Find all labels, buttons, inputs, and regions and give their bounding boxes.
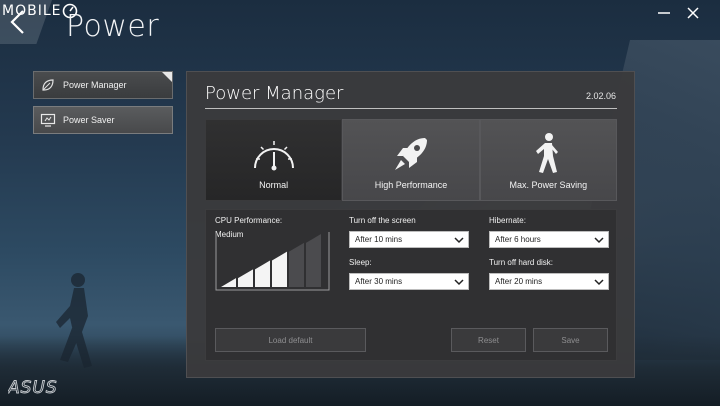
title-divider [205, 108, 617, 109]
hibernate-value: After 6 hours [495, 235, 541, 244]
hibernate-select[interactable]: After 6 hours [489, 231, 609, 248]
chevron-down-icon [594, 279, 604, 286]
sidebar-item-power-manager[interactable]: Power Manager [33, 71, 173, 99]
sleep-select[interactable]: After 30 mins [349, 273, 469, 290]
svg-text:ASUS: ASUS [8, 378, 58, 396]
minimize-icon [658, 12, 670, 14]
leaf-icon [39, 76, 57, 94]
active-corner-marker [162, 72, 172, 82]
monitor-icon [39, 111, 57, 129]
mode-high-performance[interactable]: High Performance [342, 119, 480, 201]
mode-label: Max. Power Saving [509, 180, 588, 190]
save-button[interactable]: Save [533, 328, 608, 352]
hibernate-label: Hibernate: [489, 216, 526, 225]
close-icon [687, 7, 699, 19]
power-manager-panel: Power Manager 2.02.06 Normal High Perfor… [186, 71, 635, 378]
cpu-level-bar [289, 242, 304, 287]
hard-disk-select[interactable]: After 20 mins [489, 273, 609, 290]
sidebar-item-power-saver[interactable]: Power Saver [33, 106, 173, 134]
sleep-label: Sleep: [349, 258, 372, 267]
cpu-level-bar [255, 260, 270, 287]
mode-max-power-saving[interactable]: Max. Power Saving [479, 119, 617, 201]
runner-silhouette [56, 273, 92, 368]
gauge-icon [250, 130, 298, 178]
watermark-text: MOBILE [2, 3, 62, 19]
cpu-level-bar [272, 251, 287, 287]
close-button[interactable] [684, 4, 702, 22]
minimize-button[interactable] [655, 4, 673, 22]
screen-off-value: After 10 mins [355, 235, 403, 244]
reset-button[interactable]: Reset [451, 328, 526, 352]
asus-logo: ASUS [8, 378, 58, 396]
version-label: 2.02.06 [585, 91, 616, 101]
mode-label: Normal [259, 180, 289, 190]
cpu-level-bar [221, 278, 236, 287]
cpu-level-bar [238, 269, 253, 287]
mode-normal[interactable]: Normal [205, 119, 343, 201]
hard-disk-value: After 20 mins [495, 277, 543, 286]
cpu-performance-label: CPU Performance: [215, 216, 283, 225]
app-title: Power [66, 9, 160, 44]
load-default-button[interactable]: Load default [215, 328, 366, 352]
screen-off-label: Turn off the screen [349, 216, 416, 225]
sidebar-item-label: Power Saver [63, 115, 115, 125]
walking-person-icon [524, 130, 572, 178]
hard-disk-label: Turn off hard disk: [489, 258, 554, 267]
rocket-icon [387, 130, 435, 178]
chevron-down-icon [454, 237, 464, 244]
mode-selector: Normal High Performance Max. Power Savin… [205, 119, 617, 201]
settings-area: CPU Performance: Medium Turn off the scr… [205, 209, 617, 361]
sidebar-item-label: Power Manager [63, 80, 127, 90]
screen-off-select[interactable]: After 10 mins [349, 231, 469, 248]
cpu-level-bar [306, 234, 321, 287]
chevron-down-icon [454, 279, 464, 286]
mode-label: High Performance [374, 180, 448, 190]
panel-title: Power Manager [205, 83, 344, 104]
sleep-value: After 30 mins [355, 277, 403, 286]
cpu-performance-chart [215, 232, 330, 291]
chevron-down-icon [594, 237, 604, 244]
